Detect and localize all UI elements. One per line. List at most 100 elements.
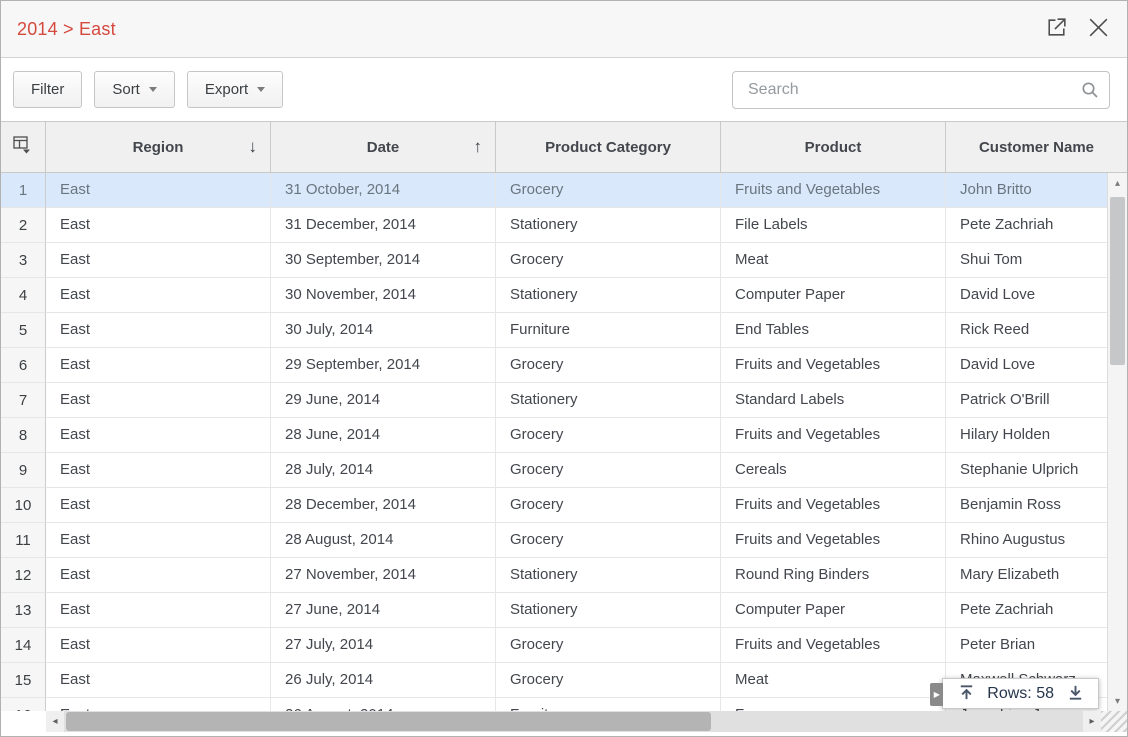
open-in-new-window-button[interactable] bbox=[1043, 16, 1069, 42]
cell-region[interactable]: East bbox=[46, 523, 271, 558]
cell-date[interactable]: 28 July, 2014 bbox=[271, 453, 496, 488]
vertical-scrollbar-thumb[interactable] bbox=[1110, 197, 1125, 365]
row-number-cell[interactable]: 16 bbox=[1, 698, 46, 711]
scroll-right-arrow[interactable]: ▸ bbox=[1083, 711, 1101, 732]
cell-product[interactable]: Fruits and Vegetables bbox=[721, 523, 946, 558]
column-header-product[interactable]: Product bbox=[721, 122, 946, 172]
scroll-up-arrow[interactable]: ▴ bbox=[1108, 173, 1127, 193]
vertical-scrollbar[interactable]: ▴ ▾ bbox=[1107, 173, 1127, 711]
row-number-cell[interactable]: 5 bbox=[1, 313, 46, 348]
cell-product[interactable]: Meat bbox=[721, 243, 946, 278]
row-number-cell[interactable]: 11 bbox=[1, 523, 46, 558]
cell-customer-name[interactable]: Rick Reed bbox=[946, 313, 1127, 348]
export-dropdown-button[interactable]: Export bbox=[187, 71, 283, 108]
cell-region[interactable]: East bbox=[46, 383, 271, 418]
column-header-product-category[interactable]: Product Category bbox=[496, 122, 721, 172]
column-chooser-button[interactable] bbox=[1, 122, 46, 172]
cell-customer-name[interactable]: Patrick O'Brill bbox=[946, 383, 1127, 418]
cell-region[interactable]: East bbox=[46, 278, 271, 313]
cell-region[interactable]: East bbox=[46, 628, 271, 663]
column-header-customer-name[interactable]: Customer Name bbox=[946, 122, 1127, 172]
cell-customer-name[interactable]: David Love bbox=[946, 348, 1127, 383]
cell-product-category[interactable]: Stationery bbox=[496, 278, 721, 313]
row-number-cell[interactable]: 10 bbox=[1, 488, 46, 523]
cell-region[interactable]: East bbox=[46, 418, 271, 453]
cell-product-category[interactable]: Grocery bbox=[496, 418, 721, 453]
sort-ascending-icon[interactable]: ↑ bbox=[474, 137, 483, 157]
cell-product[interactable]: Meat bbox=[721, 663, 946, 698]
cell-product[interactable]: Frames bbox=[721, 698, 946, 711]
resize-grip[interactable] bbox=[1101, 711, 1127, 732]
cell-date[interactable]: 30 September, 2014 bbox=[271, 243, 496, 278]
row-number-cell[interactable]: 1 bbox=[1, 173, 46, 208]
scroll-to-bottom-button[interactable] bbox=[1065, 684, 1085, 704]
cell-region[interactable]: East bbox=[46, 208, 271, 243]
filter-button[interactable]: Filter bbox=[13, 71, 82, 108]
cell-customer-name[interactable]: Stephanie Ulprich bbox=[946, 453, 1127, 488]
table-row[interactable]: 11 East 28 August, 2014 Grocery Fruits a… bbox=[1, 523, 1127, 558]
row-number-cell[interactable]: 3 bbox=[1, 243, 46, 278]
row-number-cell[interactable]: 9 bbox=[1, 453, 46, 488]
cell-customer-name[interactable]: David Love bbox=[946, 278, 1127, 313]
cell-region[interactable]: East bbox=[46, 453, 271, 488]
cell-product-category[interactable]: Grocery bbox=[496, 628, 721, 663]
cell-region[interactable]: East bbox=[46, 558, 271, 593]
cell-product-category[interactable]: Furniture bbox=[496, 698, 721, 711]
cell-product[interactable]: Standard Labels bbox=[721, 383, 946, 418]
cell-date[interactable]: 27 November, 2014 bbox=[271, 558, 496, 593]
table-row[interactable]: 10 East 28 December, 2014 Grocery Fruits… bbox=[1, 488, 1127, 523]
scroll-to-top-button[interactable] bbox=[956, 684, 976, 704]
cell-region[interactable]: East bbox=[46, 663, 271, 698]
table-row[interactable]: 12 East 27 November, 2014 Stationery Rou… bbox=[1, 558, 1127, 593]
cell-customer-name[interactable]: Mary Elizabeth bbox=[946, 558, 1127, 593]
horizontal-scrollbar-track[interactable] bbox=[64, 711, 1083, 732]
cell-date[interactable]: 28 August, 2014 bbox=[271, 523, 496, 558]
cell-region[interactable]: East bbox=[46, 243, 271, 278]
scroll-down-arrow[interactable]: ▾ bbox=[1108, 691, 1127, 711]
rows-panel-collapse-tab[interactable]: ▶ bbox=[930, 683, 943, 706]
cell-product-category[interactable]: Grocery bbox=[496, 348, 721, 383]
cell-date[interactable]: 27 July, 2014 bbox=[271, 628, 496, 663]
column-header-date[interactable]: Date ↑ bbox=[271, 122, 496, 172]
sort-dropdown-button[interactable]: Sort bbox=[94, 71, 175, 108]
cell-product[interactable]: Fruits and Vegetables bbox=[721, 348, 946, 383]
cell-date[interactable]: 26 July, 2014 bbox=[271, 663, 496, 698]
cell-product[interactable]: Fruits and Vegetables bbox=[721, 488, 946, 523]
cell-product[interactable]: File Labels bbox=[721, 208, 946, 243]
cell-date[interactable]: 31 December, 2014 bbox=[271, 208, 496, 243]
cell-product[interactable]: Fruits and Vegetables bbox=[721, 628, 946, 663]
cell-region[interactable]: East bbox=[46, 313, 271, 348]
cell-product[interactable]: End Tables bbox=[721, 313, 946, 348]
cell-date[interactable]: 28 June, 2014 bbox=[271, 418, 496, 453]
row-number-cell[interactable]: 8 bbox=[1, 418, 46, 453]
cell-product[interactable]: Computer Paper bbox=[721, 278, 946, 313]
cell-region[interactable]: East bbox=[46, 348, 271, 383]
table-row[interactable]: 7 East 29 June, 2014 Stationery Standard… bbox=[1, 383, 1127, 418]
cell-product-category[interactable]: Furniture bbox=[496, 313, 721, 348]
cell-product-category[interactable]: Grocery bbox=[496, 523, 721, 558]
table-row[interactable]: 14 East 27 July, 2014 Grocery Fruits and… bbox=[1, 628, 1127, 663]
cell-date[interactable]: 31 October, 2014 bbox=[271, 173, 496, 208]
cell-customer-name[interactable]: Peter Brian bbox=[946, 628, 1127, 663]
cell-customer-name[interactable]: Pete Zachriah bbox=[946, 208, 1127, 243]
cell-customer-name[interactable]: Hilary Holden bbox=[946, 418, 1127, 453]
cell-region[interactable]: East bbox=[46, 173, 271, 208]
cell-product-category[interactable]: Grocery bbox=[496, 243, 721, 278]
cell-region[interactable]: East bbox=[46, 488, 271, 523]
cell-product[interactable]: Cereals bbox=[721, 453, 946, 488]
row-number-cell[interactable]: 12 bbox=[1, 558, 46, 593]
table-row[interactable]: 6 East 29 September, 2014 Grocery Fruits… bbox=[1, 348, 1127, 383]
cell-product-category[interactable]: Grocery bbox=[496, 453, 721, 488]
cell-date[interactable]: 29 June, 2014 bbox=[271, 383, 496, 418]
sort-descending-icon[interactable]: ↓ bbox=[249, 137, 258, 157]
search-input[interactable] bbox=[732, 71, 1110, 109]
cell-product[interactable]: Fruits and Vegetables bbox=[721, 418, 946, 453]
scroll-left-arrow[interactable]: ◂ bbox=[46, 711, 64, 732]
table-row[interactable]: 1 East 31 October, 2014 Grocery Fruits a… bbox=[1, 173, 1127, 208]
cell-product-category[interactable]: Stationery bbox=[496, 558, 721, 593]
cell-date[interactable]: 26 August, 2014 bbox=[271, 698, 496, 711]
row-number-cell[interactable]: 14 bbox=[1, 628, 46, 663]
cell-product[interactable]: Fruits and Vegetables bbox=[721, 173, 946, 208]
table-row[interactable]: 2 East 31 December, 2014 Stationery File… bbox=[1, 208, 1127, 243]
row-number-cell[interactable]: 6 bbox=[1, 348, 46, 383]
